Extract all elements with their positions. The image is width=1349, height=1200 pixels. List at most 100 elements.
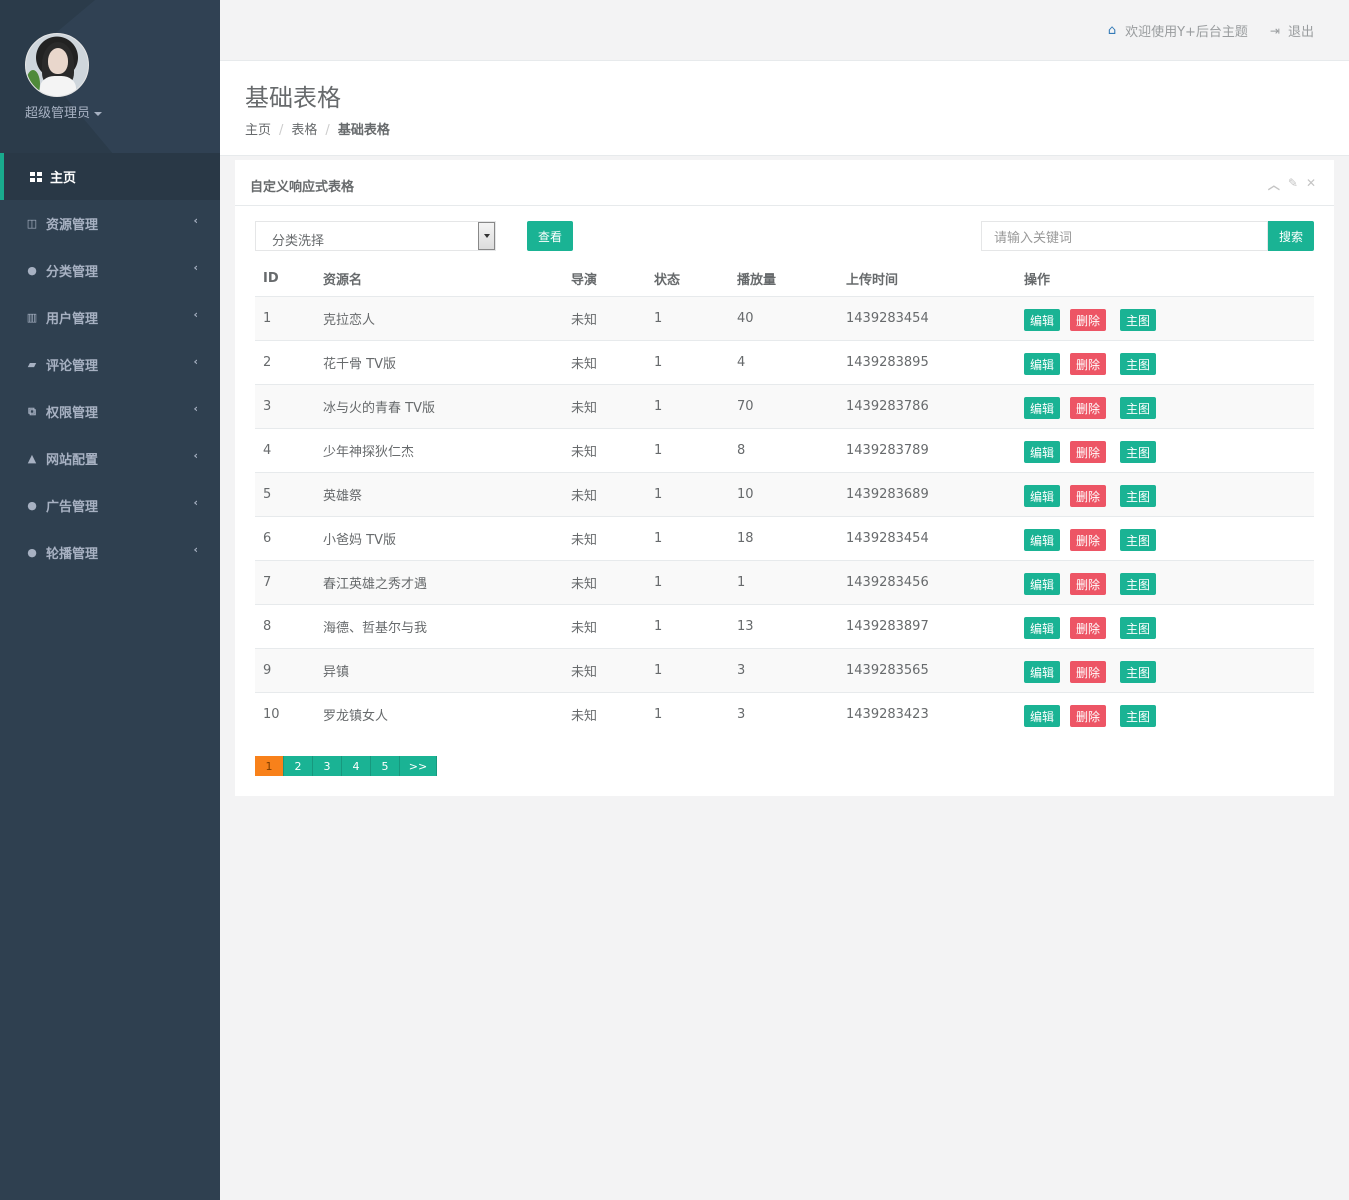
- next-page-button[interactable]: >>: [400, 756, 437, 776]
- sidebar-item-permissions[interactable]: ⧉ 权限管理 ‹: [0, 388, 220, 435]
- cell-actions: 编辑 删除 主图: [1016, 383, 1314, 428]
- edit-button[interactable]: 编辑: [1024, 529, 1060, 551]
- sidebar-item-label: 评论管理: [46, 359, 99, 374]
- chevron-left-icon: ‹: [193, 261, 198, 274]
- main-image-button[interactable]: 主图: [1120, 617, 1156, 639]
- view-button[interactable]: 查看: [527, 221, 573, 251]
- cell-status: 1: [646, 515, 729, 560]
- cell-name: 春江英雄之秀才遇: [315, 559, 563, 604]
- category-select[interactable]: 分类洗择: [255, 221, 496, 251]
- edit-button[interactable]: 编辑: [1024, 309, 1060, 331]
- cell-status: 1: [646, 383, 729, 428]
- cell-status: 1: [646, 647, 729, 692]
- page-button[interactable]: 4: [342, 756, 371, 776]
- column-header[interactable]: 导演: [563, 262, 646, 297]
- table-row: 7 春江英雄之秀才遇 未知 1 1 1439283456 编辑 删除 主图: [255, 559, 1314, 604]
- sidebar-item-label: 主页: [50, 171, 77, 186]
- column-header[interactable]: ID: [255, 262, 315, 297]
- user-menu-toggle[interactable]: 超级管理员: [25, 102, 103, 121]
- main-image-button[interactable]: 主图: [1120, 309, 1156, 331]
- globe-icon: ●: [27, 499, 37, 512]
- cell-director: 未知: [563, 427, 646, 472]
- main-image-button[interactable]: 主图: [1120, 353, 1156, 375]
- table-row: 2 花千骨 TV版 未知 1 4 1439283895 编辑 删除 主图: [255, 339, 1314, 384]
- sidebar-item-label: 网站配置: [46, 453, 99, 468]
- main-image-button[interactable]: 主图: [1120, 661, 1156, 683]
- table-header-row: ID 资源名 导演 状态 播放量 上传时间 操作: [255, 262, 1314, 297]
- edit-button[interactable]: 编辑: [1024, 397, 1060, 419]
- cell-upload-time: 1439283423: [838, 691, 1016, 736]
- table-row: 4 少年神探狄仁杰 未知 1 8 1439283789 编辑 删除 主图: [255, 427, 1314, 472]
- cell-upload-time: 1439283456: [838, 559, 1016, 604]
- globe-icon: ●: [27, 264, 37, 277]
- cell-id: 4: [255, 427, 315, 472]
- edit-button[interactable]: 编辑: [1024, 573, 1060, 595]
- sidebar-item-label: 权限管理: [46, 406, 99, 421]
- welcome-link[interactable]: 欢迎使用Y+后台主题: [1125, 21, 1248, 40]
- cell-upload-time: 1439283789: [838, 427, 1016, 472]
- cell-name: 英雄祭: [315, 471, 563, 516]
- search-input[interactable]: 请输入关键词: [981, 221, 1268, 251]
- avatar[interactable]: [25, 33, 89, 97]
- chevron-left-icon: ‹: [193, 355, 198, 368]
- delete-button[interactable]: 删除: [1070, 353, 1106, 375]
- delete-button[interactable]: 删除: [1070, 661, 1106, 683]
- edit-button[interactable]: 编辑: [1024, 705, 1060, 728]
- logout-link[interactable]: 退出: [1288, 21, 1314, 40]
- sidebar-item-users[interactable]: ▥ 用户管理 ‹: [0, 294, 220, 341]
- table-row: 10 罗龙镇女人 未知 1 3 1439283423 编辑 删除 主图: [255, 691, 1314, 736]
- main-image-button[interactable]: 主图: [1120, 485, 1156, 507]
- sidebar-item-home[interactable]: 主页: [0, 153, 220, 200]
- sidebar-item-carousel[interactable]: ● 轮播管理 ‹: [0, 529, 220, 576]
- panel-header: 自定义响应式表格 ︿ ✎ ✕: [235, 160, 1334, 206]
- delete-button[interactable]: 删除: [1070, 705, 1106, 728]
- edit-button[interactable]: 编辑: [1024, 485, 1060, 507]
- page-button[interactable]: 1: [255, 756, 284, 776]
- main-image-button[interactable]: 主图: [1120, 397, 1156, 419]
- top-navbar: ⌂ 欢迎使用Y+后台主题 ⇥ 退出: [220, 0, 1349, 61]
- cell-director: 未知: [563, 691, 646, 736]
- page-button[interactable]: 2: [284, 756, 313, 776]
- column-header[interactable]: 资源名: [315, 262, 563, 297]
- table-row: 1 克拉恋人 未知 1 40 1439283454 编辑 删除 主图: [255, 295, 1314, 340]
- edit-button[interactable]: 编辑: [1024, 441, 1060, 463]
- sidebar-item-ads[interactable]: ● 广告管理 ‹: [0, 482, 220, 529]
- user-name: 超级管理员: [25, 106, 91, 121]
- edit-button[interactable]: 编辑: [1024, 661, 1060, 683]
- delete-button[interactable]: 删除: [1070, 617, 1106, 639]
- breadcrumb-home[interactable]: 主页: [245, 123, 271, 138]
- table-body: 1 克拉恋人 未知 1 40 1439283454 编辑 删除 主图 2 花千骨 TV版 未知 1 4 14…: [255, 295, 1314, 736]
- search-button[interactable]: 搜索: [1268, 221, 1314, 251]
- sidebar-item-site-config[interactable]: ▲ 网站配置 ‹: [0, 435, 220, 482]
- edit-button[interactable]: 编辑: [1024, 617, 1060, 639]
- column-header[interactable]: 播放量: [729, 262, 838, 297]
- main-image-button[interactable]: 主图: [1120, 529, 1156, 551]
- wrench-icon[interactable]: ✎: [1288, 176, 1298, 193]
- home-icon: ⌂: [1107, 23, 1117, 38]
- chevron-up-icon[interactable]: ︿: [1268, 176, 1280, 193]
- table-row: 3 冰与火的青春 TV版 未知 1 70 1439283786 编辑 删除 主图: [255, 383, 1314, 428]
- cell-actions: 编辑 删除 主图: [1016, 603, 1314, 648]
- main-image-button[interactable]: 主图: [1120, 573, 1156, 595]
- column-header[interactable]: 上传时间: [838, 262, 1016, 297]
- page-button[interactable]: 5: [371, 756, 400, 776]
- delete-button[interactable]: 删除: [1070, 309, 1106, 331]
- main-image-button[interactable]: 主图: [1120, 441, 1156, 463]
- chevron-down-icon[interactable]: [478, 222, 495, 250]
- close-icon[interactable]: ✕: [1306, 176, 1316, 193]
- cell-director: 未知: [563, 647, 646, 692]
- delete-button[interactable]: 删除: [1070, 529, 1106, 551]
- column-header[interactable]: 状态: [646, 262, 729, 297]
- sidebar-item-resources[interactable]: ◫ 资源管理 ‹: [0, 200, 220, 247]
- delete-button[interactable]: 删除: [1070, 441, 1106, 463]
- edit-button[interactable]: 编辑: [1024, 353, 1060, 375]
- breadcrumb-tables[interactable]: 表格: [291, 123, 317, 138]
- delete-button[interactable]: 删除: [1070, 485, 1106, 507]
- sidebar-item-categories[interactable]: ● 分类管理 ‹: [0, 247, 220, 294]
- delete-button[interactable]: 删除: [1070, 397, 1106, 419]
- main-image-button[interactable]: 主图: [1120, 705, 1156, 728]
- cell-upload-time: 1439283897: [838, 603, 1016, 648]
- delete-button[interactable]: 删除: [1070, 573, 1106, 595]
- page-button[interactable]: 3: [313, 756, 342, 776]
- sidebar-item-comments[interactable]: ▰ 评论管理 ‹: [0, 341, 220, 388]
